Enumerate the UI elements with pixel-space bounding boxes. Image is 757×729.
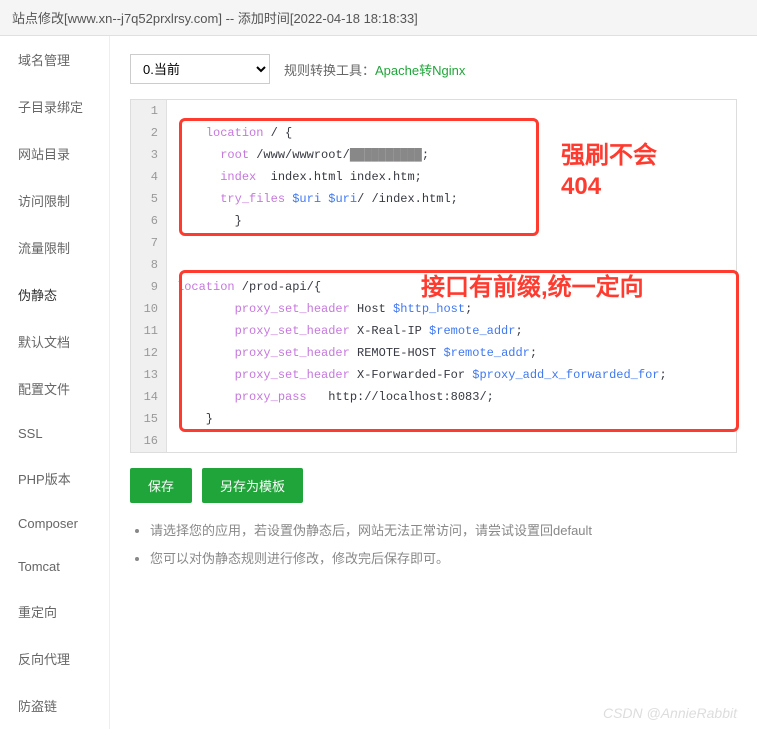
- toolbar-label: 规则转换工具：Apache转Nginx: [284, 60, 465, 79]
- main-panel: 0.当前 规则转换工具：Apache转Nginx 123456789101112…: [110, 36, 757, 729]
- sidebar-item[interactable]: 域名管理: [0, 36, 109, 83]
- main-container: 域名管理子目录绑定网站目录访问限制流量限制伪静态默认文档配置文件SSLPHP版本…: [0, 36, 757, 729]
- tip-item: 您可以对伪静态规则进行修改，修改完后保存即可。: [150, 549, 737, 569]
- code-line: root /www/wwwroot/██████████;: [177, 144, 726, 166]
- sidebar-item[interactable]: 反向代理: [0, 635, 109, 682]
- watermark: CSDN @AnnieRabbit: [603, 705, 737, 721]
- sidebar-item[interactable]: 伪静态: [0, 271, 109, 318]
- code-line: [177, 254, 726, 276]
- code-line: proxy_pass http://localhost:8083/;: [177, 386, 726, 408]
- sidebar-item[interactable]: 访问限制: [0, 177, 109, 224]
- sidebar-item[interactable]: 默认文档: [0, 318, 109, 365]
- code-editor[interactable]: 12345678910111213141516 location / { roo…: [130, 99, 737, 453]
- code-line: location / {: [177, 122, 726, 144]
- code-line: }: [177, 210, 726, 232]
- save-as-template-button[interactable]: 另存为模板: [202, 468, 303, 503]
- code-line: location /prod-api/{: [177, 276, 726, 298]
- sidebar: 域名管理子目录绑定网站目录访问限制流量限制伪静态默认文档配置文件SSLPHP版本…: [0, 36, 110, 729]
- code-line: try_files $uri $uri/ /index.html;: [177, 188, 726, 210]
- sidebar-item[interactable]: 子目录绑定: [0, 83, 109, 130]
- sidebar-item[interactable]: Tomcat: [0, 545, 109, 588]
- sidebar-item[interactable]: 配置文件: [0, 365, 109, 412]
- sidebar-item[interactable]: SSL: [0, 412, 109, 455]
- sidebar-item[interactable]: 重定向: [0, 588, 109, 635]
- sidebar-item[interactable]: 网站目录: [0, 130, 109, 177]
- save-button[interactable]: 保存: [130, 468, 192, 503]
- sidebar-item[interactable]: 流量限制: [0, 224, 109, 271]
- sidebar-item[interactable]: 防盗链: [0, 682, 109, 729]
- code-line: index index.html index.htm;: [177, 166, 726, 188]
- code-line: [177, 430, 726, 452]
- code-area[interactable]: location / { root /www/wwwroot/█████████…: [167, 100, 736, 452]
- sidebar-item[interactable]: PHP版本: [0, 455, 109, 502]
- page-header: 站点修改[www.xn--j7q52prxlrsy.com] -- 添加时间[2…: [0, 0, 757, 36]
- page-title: 站点修改[www.xn--j7q52prxlrsy.com] -- 添加时间[2…: [12, 11, 418, 26]
- sidebar-item[interactable]: Composer: [0, 502, 109, 545]
- template-select[interactable]: 0.当前: [130, 54, 270, 84]
- line-gutter: 12345678910111213141516: [131, 100, 167, 452]
- code-line: [177, 232, 726, 254]
- tips-list: 请选择您的应用，若设置伪静态后，网站无法正常访问，请尝试设置回default 您可…: [130, 521, 737, 568]
- code-line: proxy_set_header X-Real-IP $remote_addr;: [177, 320, 726, 342]
- code-line: proxy_set_header X-Forwarded-For $proxy_…: [177, 364, 726, 386]
- tip-item: 请选择您的应用，若设置伪静态后，网站无法正常访问，请尝试设置回default: [150, 521, 737, 541]
- code-line: [177, 100, 726, 122]
- toolbar: 0.当前 规则转换工具：Apache转Nginx: [130, 54, 737, 84]
- code-line: proxy_set_header REMOTE-HOST $remote_add…: [177, 342, 726, 364]
- code-line: proxy_set_header Host $http_host;: [177, 298, 726, 320]
- button-row: 保存 另存为模板: [130, 468, 737, 503]
- code-line: }: [177, 408, 726, 430]
- convert-link[interactable]: Apache转Nginx: [375, 63, 465, 78]
